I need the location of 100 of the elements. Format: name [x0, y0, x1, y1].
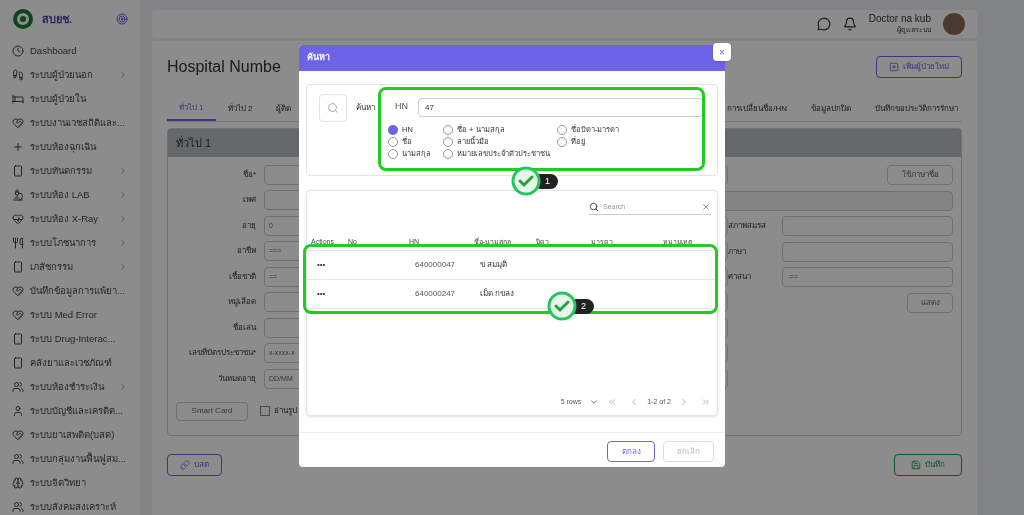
menu-icon — [12, 453, 24, 465]
field-label: เชื้อชาติ — [228, 271, 256, 282]
field-label: วันหมดอายุ — [217, 373, 256, 384]
bell-icon[interactable] — [842, 17, 857, 31]
next-page-icon[interactable] — [679, 396, 689, 407]
sidebar-item[interactable]: Dashboard — [12, 39, 128, 63]
table-cell-text: 640000047 — [415, 259, 457, 271]
actions-menu[interactable]: ••• — [317, 288, 415, 300]
sidebar-item[interactable]: ระบบห้อง LAB — [12, 183, 128, 207]
field-label: อาชีพ — [236, 246, 256, 257]
search-label: ค้นหา — [356, 102, 375, 114]
sidebar-item[interactable]: เภสัชกรรม — [12, 255, 128, 279]
field-label: อายุ — [241, 220, 256, 231]
menu-icon — [12, 333, 24, 345]
field-label: ชื่อ* — [241, 169, 256, 180]
sidebar-item[interactable]: ระบบงานเวชสถิติและ... — [12, 111, 128, 135]
tab[interactable]: ทั่วไป 1 — [167, 96, 216, 121]
sidebar-item[interactable]: ระบบทันตกรรม — [12, 159, 128, 183]
field-label: ชื่อเล่น — [232, 322, 256, 333]
tab[interactable]: ข้อมูลปกปิด — [811, 102, 851, 115]
field-label: ภาษา — [728, 245, 747, 258]
sidebar-item[interactable]: ระบบห้องฉุกเฉิน — [12, 135, 128, 159]
tab[interactable]: การเปลี่ยนชื่อ/HN — [727, 102, 787, 115]
menu-icon — [12, 45, 24, 57]
select-field[interactable] — [782, 216, 953, 237]
link-button[interactable]: บสต — [167, 453, 222, 476]
check-marker-icon — [547, 291, 577, 321]
menu-icon — [12, 477, 24, 489]
sidebar-item[interactable]: ระบบ Med Error — [12, 303, 128, 327]
menu-icon — [12, 429, 24, 441]
sidebar-item[interactable]: ระบบจิตวิทยา — [12, 471, 128, 495]
field-label: เลขที่บัตรประชาชน* — [187, 348, 256, 359]
sidebar-item[interactable]: ระบบ Drug-Interac... — [12, 327, 128, 351]
table-cell-text: ข สมมุติ — [480, 259, 509, 271]
sidebar-item[interactable]: บันทึกข้อมูลการแพ้ยา... — [12, 279, 128, 303]
add-patient-button[interactable]: เพิ่มผู้ป่วยใหม่ — [876, 56, 962, 78]
sidebar-item[interactable]: ระบบยาเสพติด(บสต) — [12, 423, 128, 447]
search-button[interactable] — [319, 94, 347, 122]
smart-card-button[interactable]: Smart Card — [176, 401, 248, 421]
chat-icon[interactable] — [816, 17, 831, 31]
field-label: ศาสนา — [728, 271, 752, 284]
menu-icon — [12, 117, 24, 129]
menu-icon — [12, 69, 24, 81]
target-icon[interactable] — [116, 13, 128, 25]
clear-icon[interactable] — [701, 202, 711, 212]
search-icon — [327, 102, 339, 114]
sidebar-item[interactable]: ระบบโภชนาการ — [12, 231, 128, 255]
field-label: สภาพสมรส — [728, 220, 767, 233]
save-button[interactable]: บันทึก — [894, 453, 962, 476]
show-button[interactable]: แสดง — [907, 292, 953, 313]
menu-icon — [12, 381, 24, 393]
menu-icon — [12, 285, 24, 297]
brand-name: สบยช. — [42, 11, 73, 27]
search-icon — [589, 202, 599, 212]
sidebar-item[interactable]: ระบบผู้ป่วยนอก — [12, 63, 128, 87]
select-field[interactable] — [782, 241, 953, 262]
checkbox[interactable] — [260, 406, 270, 416]
actions-menu[interactable]: ••• — [317, 259, 415, 271]
radio-button[interactable] — [388, 125, 398, 135]
user-name: Doctor na kub — [868, 13, 931, 26]
menu-icon — [12, 213, 24, 225]
tab[interactable]: ผู้ติด — [264, 96, 304, 121]
tab[interactable]: บันทึกขอประวัติการรักษา — [875, 102, 958, 115]
tab[interactable]: ทั่วไป 2 — [215, 96, 265, 121]
menu-icon — [12, 93, 24, 105]
close-button[interactable]: × — [713, 43, 731, 61]
name-language-button[interactable]: ใช้ภาษาชื่อ — [887, 164, 953, 185]
avatar[interactable] — [943, 13, 965, 35]
menu-icon — [12, 501, 24, 513]
menu-icon — [12, 165, 24, 177]
link-icon — [180, 459, 190, 470]
plus-icon — [889, 62, 899, 72]
table-cell-text: เม็ด กขลง — [480, 288, 516, 300]
menu-icon — [12, 405, 24, 417]
checkbox-label: อ่านรูป — [274, 405, 297, 417]
field-label: หมู่เลือด — [227, 297, 256, 308]
menu-icon — [12, 309, 24, 321]
select-field[interactable]: == — [782, 267, 953, 288]
menu-icon — [12, 141, 24, 153]
table-cell-text: 640000247 — [415, 288, 457, 300]
sidebar-item[interactable]: ระบบผู้ป่วยใน — [12, 87, 128, 111]
ok-button[interactable]: ตกลง — [607, 441, 655, 462]
field-label: เพศ — [242, 195, 256, 206]
page-title: Hospital Numbe — [167, 57, 281, 77]
logo-icon — [12, 8, 34, 30]
sidebar-item[interactable]: ระบบสังคมสงเคราะห์ — [12, 495, 128, 515]
menu-icon — [12, 237, 24, 249]
sidebar-item[interactable]: คลังยาและเวชภัณฑ์ — [12, 351, 128, 375]
first-page-icon[interactable] — [607, 396, 618, 407]
sidebar-item[interactable]: ระบบบัญชีและเครดิต... — [12, 399, 128, 423]
sidebar-item[interactable]: ระบบกลุ่มงานฟื้นฟูสม... — [12, 447, 128, 471]
check-marker-icon — [511, 166, 541, 196]
field-label: HN — [395, 100, 409, 114]
sidebar-item[interactable]: ระบบห้อง X-Ray — [12, 207, 128, 231]
menu-icon — [12, 261, 24, 273]
sidebar-item[interactable]: ระบบห้องชำระเงิน — [12, 375, 128, 399]
menu-icon — [12, 189, 24, 201]
save-icon — [911, 459, 921, 470]
menu-icon — [12, 357, 24, 369]
last-page-icon[interactable] — [701, 396, 711, 407]
